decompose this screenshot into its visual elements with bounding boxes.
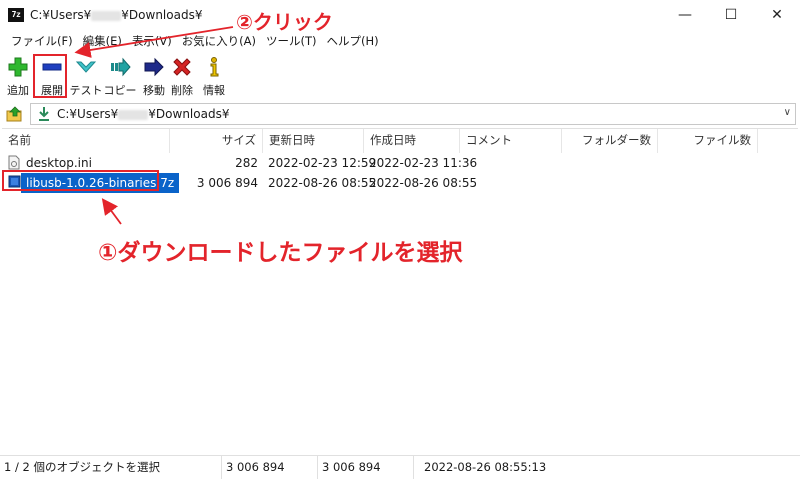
step2-arrow — [74, 26, 234, 58]
step1-arrow — [101, 198, 122, 225]
step2-annotation: ②クリック — [236, 10, 333, 34]
step1-annotation: ①ダウンロードしたファイルを選択 — [98, 240, 463, 266]
